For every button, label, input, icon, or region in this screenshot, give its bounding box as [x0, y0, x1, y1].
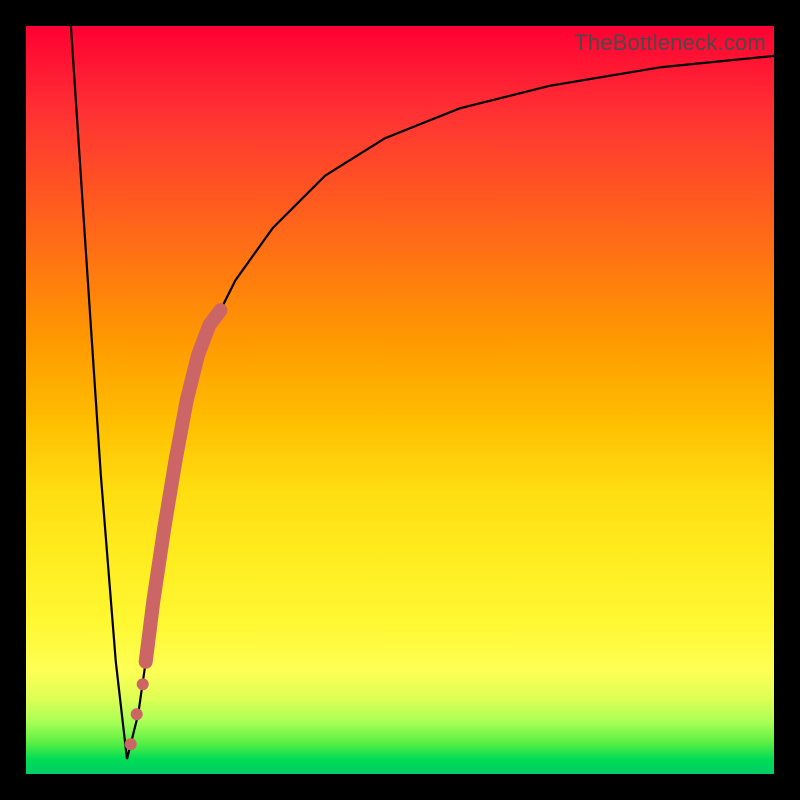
highlight-dot: [137, 678, 149, 690]
plot-area: TheBottleneck.com: [26, 26, 774, 774]
bottleneck-curve-svg: [26, 26, 774, 774]
highlight-dot: [131, 708, 143, 720]
highlight-dots: [125, 678, 149, 750]
bottleneck-curve: [71, 26, 774, 759]
chart-frame: TheBottleneck.com: [0, 0, 800, 800]
highlight-thick-segment: [146, 310, 221, 662]
highlight-dot: [125, 738, 137, 750]
